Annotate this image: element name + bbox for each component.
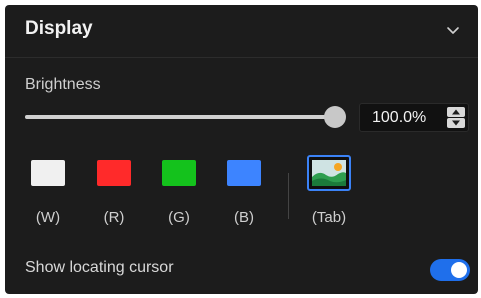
swatch-tab[interactable]: (Tab) [301, 155, 357, 226]
toggle-knob [451, 262, 467, 278]
brightness-slider[interactable] [25, 106, 346, 128]
white-swatch[interactable] [31, 160, 65, 186]
locating-cursor-label: Show locating cursor [25, 259, 174, 276]
caret-down-icon [452, 120, 460, 126]
decrement-button[interactable] [447, 118, 465, 128]
brightness-label: Brightness [25, 76, 101, 93]
swatch-red[interactable]: (R) [94, 160, 134, 226]
locating-cursor-toggle[interactable] [430, 259, 470, 281]
display-panel: Display Brightness 100.0% (W) (R) (G) (B… [5, 5, 478, 294]
brightness-stepper [447, 107, 465, 128]
swatch-label: (B) [234, 209, 254, 226]
swatch-green[interactable]: (G) [159, 160, 199, 226]
tab-label: (Tab) [311, 209, 347, 226]
tab-image-option[interactable] [307, 155, 351, 191]
swatch-label: (W) [35, 209, 61, 226]
brightness-value[interactable]: 100.0% [372, 109, 426, 127]
image-icon [312, 160, 346, 186]
panel-title: Display [25, 18, 93, 39]
increment-button[interactable] [447, 107, 465, 117]
swatch-divider [288, 173, 289, 219]
green-swatch[interactable] [162, 160, 196, 186]
brightness-number-input[interactable]: 100.0% [359, 103, 469, 132]
slider-fill [25, 115, 335, 119]
swatch-label: (G) [168, 209, 190, 226]
panel-header[interactable]: Display [5, 5, 478, 58]
caret-up-icon [452, 109, 460, 115]
chevron-down-icon [447, 27, 459, 34]
swatch-blue[interactable]: (B) [224, 160, 264, 226]
swatch-white[interactable]: (W) [28, 160, 68, 226]
red-swatch[interactable] [97, 160, 131, 186]
swatch-label: (R) [103, 209, 125, 226]
blue-swatch[interactable] [227, 160, 261, 186]
slider-thumb[interactable] [324, 106, 346, 128]
collapse-button[interactable] [442, 19, 464, 41]
